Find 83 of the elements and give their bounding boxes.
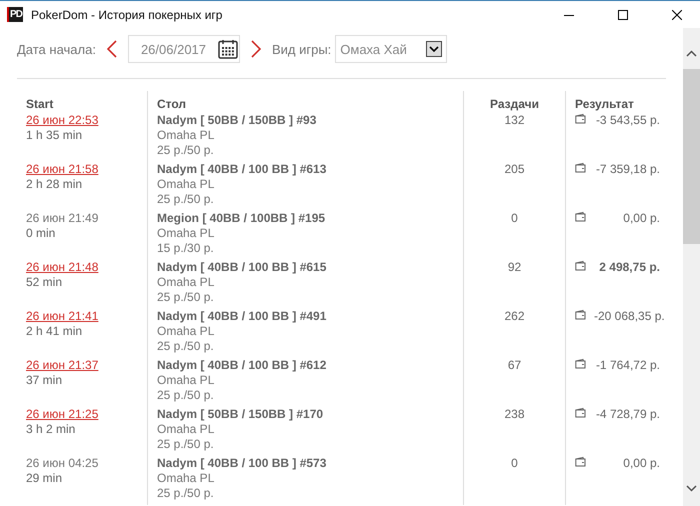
- table-name: Nadym [ 40BB / 100 BB ] #573: [157, 456, 326, 470]
- duration: 1 h 35 min: [26, 128, 82, 142]
- start-time: 26 июн 21:49: [26, 211, 98, 225]
- column-header: Результат: [575, 97, 634, 111]
- game-type: Omaha PL: [157, 324, 214, 338]
- stakes: 25 р./50 р.: [157, 486, 214, 500]
- start-time: 26 июн 04:25: [26, 456, 98, 470]
- game-type: Omaha PL: [157, 226, 214, 240]
- window-title: PokerDom - История покерных игр: [31, 8, 224, 22]
- game-type: Omaha PL: [157, 275, 214, 289]
- hands-count: 132: [504, 113, 525, 127]
- table-name: Nadym [ 40BB / 100 BB ] #491: [157, 309, 326, 323]
- wallet-icon: [575, 113, 586, 124]
- wallet-icon: [575, 456, 586, 467]
- result-amount: 0,00 р.: [622, 456, 660, 471]
- duration: 3 h 2 min: [26, 422, 76, 436]
- scroll-up-icon[interactable]: [686, 50, 697, 57]
- table-name: Nadym [ 50BB / 150BB ] #93: [157, 113, 316, 127]
- duration: 2 h 28 min: [26, 177, 82, 191]
- hands-count: 0: [511, 456, 518, 470]
- start-time-link[interactable]: 26 июн 21:37: [26, 358, 98, 372]
- result-amount: -3 543,55 р.: [594, 113, 660, 128]
- hands-count: 238: [504, 407, 525, 421]
- game-type: Omaha PL: [157, 128, 214, 142]
- close-icon[interactable]: [672, 10, 682, 20]
- wallet-icon: [575, 407, 586, 418]
- result-amount: 2 498,75 р.: [598, 260, 660, 275]
- stakes: 25 р./50 р.: [157, 143, 214, 157]
- hands-count: 262: [504, 309, 525, 323]
- previous-icon[interactable]: [106, 40, 118, 58]
- start-time-link[interactable]: 26 июн 21:25: [26, 407, 98, 421]
- game-type-label: Вид игры:: [272, 42, 332, 56]
- hands-count: 0: [511, 211, 518, 225]
- wallet-icon: [575, 260, 586, 271]
- game-type: Omaha PL: [157, 373, 214, 387]
- hands-count: 205: [504, 162, 525, 176]
- game-type-dropdown[interactable]: Омаха Хай: [335, 35, 448, 63]
- result-amount: -20 068,35 р.: [594, 309, 665, 324]
- start-time-link[interactable]: 26 июн 21:48: [26, 260, 98, 274]
- next-icon[interactable]: [250, 40, 262, 58]
- stakes: 25 р./50 р.: [157, 192, 214, 206]
- game-type: Omaha PL: [157, 177, 214, 191]
- table-name: Nadym [ 40BB / 100 BB ] #615: [157, 260, 326, 274]
- scroll-down-icon[interactable]: [686, 485, 697, 492]
- stakes: 25 р./50 р.: [157, 290, 214, 304]
- stakes: 15 р./30 р.: [157, 241, 214, 255]
- duration: 0 min: [26, 226, 56, 240]
- start-time-link[interactable]: 26 июн 21:41: [26, 309, 98, 323]
- result-amount: -1 764,72 р.: [594, 358, 660, 373]
- start-time-link[interactable]: 26 июн 21:58: [26, 162, 98, 176]
- wallet-icon: [575, 211, 586, 222]
- duration: 52 min: [26, 275, 62, 289]
- duration: 37 min: [26, 373, 62, 387]
- table-name: Nadym [ 40BB / 100 BB ] #613: [157, 162, 326, 176]
- app-logo: PD: [7, 7, 23, 22]
- date-label: Дата начала:: [17, 42, 96, 56]
- table-name: Megion [ 40BB / 100BB ] #195: [157, 211, 326, 225]
- game-type: Omaha PL: [157, 471, 214, 485]
- duration: 2 h 41 min: [26, 324, 82, 338]
- result-amount: -4 728,79 р.: [594, 407, 660, 422]
- table-name: Nadym [ 40BB / 100 BB ] #612: [157, 358, 326, 372]
- duration: 29 min: [26, 471, 62, 485]
- hands-count: 92: [508, 260, 522, 274]
- dropdown-icon: [429, 46, 440, 52]
- table-name: Nadym [ 50BB / 150BB ] #170: [157, 407, 324, 421]
- wallet-icon: [575, 358, 586, 369]
- wallet-icon: [575, 309, 586, 320]
- column-header: Раздачи: [490, 97, 539, 111]
- game-type: Omaha PL: [157, 422, 214, 436]
- maximize-icon[interactable]: [618, 10, 628, 20]
- result-amount: -7 359,18 р.: [594, 162, 660, 177]
- stakes: 25 р./50 р.: [157, 339, 214, 353]
- result-amount: 0,00 р.: [622, 211, 660, 226]
- column-header: Start: [26, 97, 54, 111]
- date-field[interactable]: 26/06/2017: [128, 35, 240, 63]
- calendar-icon[interactable]: [218, 39, 238, 59]
- hands-count: 67: [508, 358, 522, 372]
- stakes: 25 р./50 р.: [157, 437, 214, 451]
- stakes: 25 р./50 р.: [157, 388, 214, 402]
- wallet-icon: [575, 162, 586, 173]
- scrollbar-thumb[interactable]: [683, 69, 700, 244]
- column-header: Стол: [157, 97, 186, 111]
- start-time-link[interactable]: 26 июн 22:53: [26, 113, 98, 127]
